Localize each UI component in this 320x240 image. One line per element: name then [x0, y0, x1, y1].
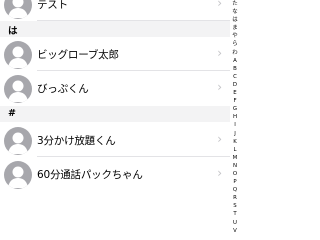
section-header-hash: # — [0, 106, 230, 122]
index-letter[interactable]: R — [230, 194, 240, 202]
index-letter[interactable]: V — [230, 227, 240, 235]
index-letter[interactable]: B — [230, 65, 240, 73]
index-letter[interactable]: O — [230, 170, 240, 178]
contact-row-bippu-kun[interactable]: びっぷくん › — [0, 71, 230, 105]
index-letter[interactable]: G — [230, 105, 240, 113]
index-letter[interactable]: P — [230, 178, 240, 186]
index-letter[interactable]: U — [230, 219, 240, 227]
index-letter[interactable]: D — [230, 81, 240, 89]
avatar-icon — [4, 161, 32, 189]
index-letter[interactable]: た — [230, 0, 240, 8]
contact-name: 3分かけ放題くん — [37, 135, 116, 147]
contact-row-60min-tsuwa-pack[interactable]: 60分通話パックちゃん › — [0, 157, 230, 191]
avatar-icon — [4, 0, 32, 19]
contact-name: テスト — [37, 0, 68, 11]
contacts-screen: テスト › は ビッグローブ太郎 › びっぷくん › # 3分かけ放題くん › — [0, 0, 240, 240]
chevron-right-icon: › — [217, 0, 222, 10]
contact-name: びっぷくん — [37, 83, 89, 95]
section-header-ha: は — [0, 21, 230, 37]
chevron-right-icon: › — [217, 46, 222, 60]
index-letter[interactable]: H — [230, 113, 240, 121]
index-letter[interactable]: A — [230, 57, 240, 65]
index-letter[interactable]: ま — [230, 24, 240, 32]
index-letter[interactable]: S — [230, 202, 240, 210]
avatar-icon — [4, 75, 32, 103]
index-letter[interactable]: C — [230, 73, 240, 81]
index-letter[interactable]: K — [230, 138, 240, 146]
avatar-icon — [4, 41, 32, 69]
contact-row-test[interactable]: テスト › — [0, 0, 230, 21]
chevron-right-icon: › — [217, 166, 222, 180]
index-letter[interactable]: な — [230, 8, 240, 16]
index-letter[interactable]: や — [230, 32, 240, 40]
avatar-icon — [4, 127, 32, 155]
index-letter[interactable]: F — [230, 97, 240, 105]
contact-row-biglobe-taro[interactable]: ビッグローブ太郎 › — [0, 37, 230, 71]
index-letter[interactable]: は — [230, 16, 240, 24]
contact-name: 60分通話パックちゃん — [37, 169, 143, 181]
section-header-label: は — [8, 26, 18, 37]
index-letter[interactable]: T — [230, 210, 240, 218]
index-letter[interactable]: Q — [230, 186, 240, 194]
index-letter[interactable]: E — [230, 89, 240, 97]
chevron-right-icon: › — [217, 80, 222, 94]
chevron-right-icon: › — [217, 132, 222, 146]
index-letter[interactable]: L — [230, 146, 240, 154]
index-letter[interactable]: ら — [230, 40, 240, 48]
index-letter[interactable]: N — [230, 162, 240, 170]
section-header-label: # — [8, 108, 16, 119]
index-letter[interactable]: M — [230, 154, 240, 162]
index-letter[interactable]: わ — [230, 49, 240, 57]
index-letter[interactable]: J — [230, 130, 240, 138]
contact-row-3min-kakehodai[interactable]: 3分かけ放題くん › — [0, 123, 230, 157]
contact-name: ビッグローブ太郎 — [37, 49, 119, 61]
index-letter[interactable]: I — [230, 121, 240, 129]
section-index-bar[interactable]: た な は ま や ら わ A B C D E F G H I J K L M … — [230, 0, 240, 240]
